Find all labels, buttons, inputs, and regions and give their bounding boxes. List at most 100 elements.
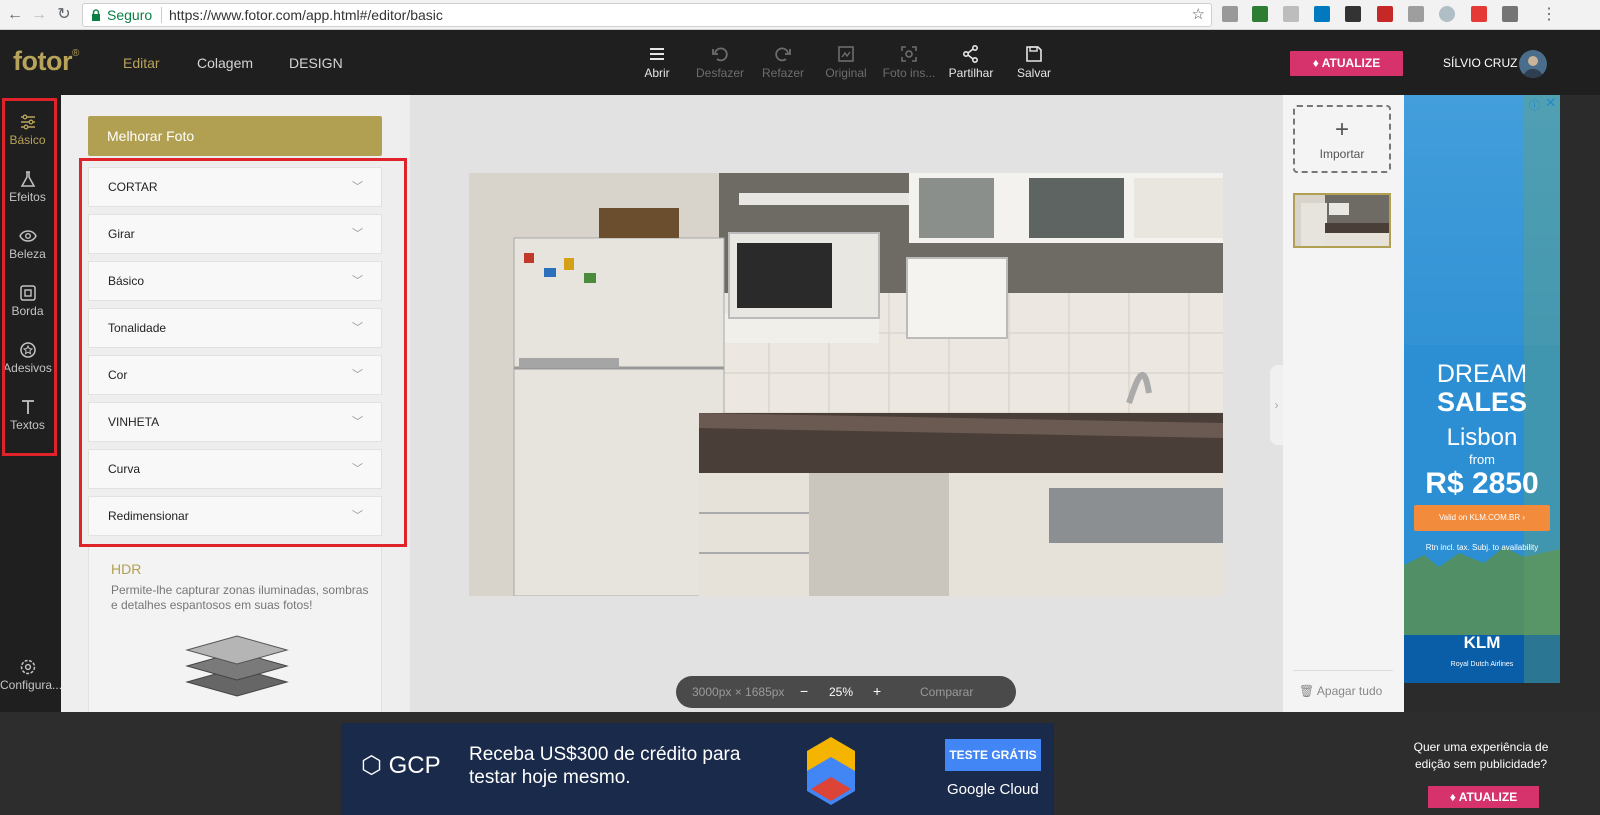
eye-icon (18, 230, 37, 242)
chevron-down-icon: ﹀ (352, 181, 363, 193)
save-button[interactable]: Salvar (1004, 44, 1064, 80)
diamond-icon: ♦ (1312, 56, 1322, 70)
menu-icon (650, 48, 664, 60)
accordion-cor[interactable]: Cor ﹀ (88, 355, 382, 395)
ad-price: R$ 2850 (1425, 467, 1539, 500)
address-separator (161, 7, 162, 23)
sidebar-item-settings[interactable]: Configura... (0, 658, 62, 692)
photo-thumbnail[interactable] (1293, 193, 1391, 248)
sliders-icon (20, 114, 35, 130)
nav-colagem[interactable]: Colagem (197, 55, 253, 71)
sidebar-item-borda[interactable]: Borda (0, 284, 55, 318)
klm-logo: KLM (1463, 633, 1501, 652)
undo-button[interactable]: Desfazer (690, 44, 750, 80)
reload-icon[interactable]: ↻ (55, 6, 73, 24)
clear-all-button[interactable]: 🗑 Apagar tudo (1299, 684, 1382, 698)
gcp-cube-illustration (807, 737, 855, 805)
google-cloud-logo: Google Cloud (947, 781, 1039, 798)
original-button[interactable]: Original (816, 44, 876, 80)
bottom-ad-bar: ⬡ GCP Receba US$300 de crédito para test… (0, 712, 1600, 815)
secure-label: Seguro (107, 7, 153, 23)
chevron-down-icon: ﹀ (352, 322, 363, 334)
ad-info-icon[interactable]: ⓘ (1529, 97, 1540, 113)
nav-design[interactable]: DESIGN (289, 55, 343, 71)
extension-icon[interactable] (1283, 6, 1299, 22)
zoom-in-button[interactable]: + (873, 683, 881, 699)
zoom-out-button[interactable]: − (800, 683, 808, 699)
sidebar-item-efeitos[interactable]: Efeitos (0, 170, 55, 204)
extension-icon[interactable] (1345, 6, 1361, 22)
sticker-icon (19, 342, 36, 358)
image-dimensions: 3000px × 1685px (692, 685, 785, 699)
ad-fine-print: Rtn incl. tax. Subj. to availability (1425, 543, 1539, 552)
gear-icon (20, 659, 35, 675)
adjust-panel: Melhorar Foto CORTAR ﹀ Girar ﹀ Básico ﹀ Ton… (61, 95, 410, 712)
youtube-icon[interactable] (1471, 6, 1487, 22)
flask-icon (20, 171, 35, 187)
lock-icon (92, 9, 100, 21)
redo-button[interactable]: Refazer (753, 44, 813, 80)
trello-icon[interactable] (1314, 6, 1330, 22)
app-header: fotor® Editar Colagem DESIGN Abrir Desfa… (0, 30, 1600, 95)
accordion-basico[interactable]: Básico ﹀ (88, 261, 382, 301)
ad-cta-button[interactable]: Valid on KLM.COM.BR › (1414, 505, 1550, 531)
extension-icon[interactable] (1222, 6, 1238, 22)
enhance-photo-button[interactable]: Melhorar Foto (88, 116, 382, 156)
chevron-down-icon: ﹀ (352, 510, 363, 522)
pdf-icon[interactable] (1377, 6, 1393, 22)
layers-icon (185, 635, 289, 697)
ad-city: Lisbon (1446, 424, 1518, 451)
hdr-card[interactable]: HDR Permite-lhe capturar zonas iluminada… (88, 545, 382, 712)
sidebar-item-basico[interactable]: Básico (0, 113, 55, 147)
extension-icon[interactable] (1502, 6, 1518, 22)
url-text[interactable]: https://www.fotor.com/app.html#/editor/b… (169, 4, 443, 26)
skype-icon[interactable] (1439, 6, 1455, 22)
share-button[interactable]: Partilhar (941, 44, 1001, 80)
nav-editar[interactable]: Editar (123, 55, 160, 71)
upgrade-button[interactable]: ♦ ATUALIZE (1290, 51, 1403, 76)
sidebar-item-textos[interactable]: Textos (0, 398, 55, 432)
username[interactable]: SÍLVIO CRUZ (1443, 56, 1517, 70)
accordion-tonalidade[interactable]: Tonalidade ﹀ (88, 308, 382, 348)
gcp-trial-button[interactable]: TESTE GRÁTIS (945, 739, 1041, 771)
diamond-icon: ♦ (1449, 790, 1459, 804)
gcp-logo: ⬡ GCP (361, 752, 441, 779)
ad-close-icon[interactable]: ✕ (1545, 95, 1556, 111)
ad-from: from (1469, 452, 1495, 467)
collapse-panel-tab[interactable]: › (1270, 365, 1283, 445)
accordion-girar[interactable]: Girar ﹀ (88, 214, 382, 254)
menu-dots-icon[interactable]: ⋮ (1540, 6, 1558, 24)
side-ad-banner[interactable]: ⓘ ✕ DREAM SALES Lisbon from R$ 2850 Vali… (1404, 95, 1560, 683)
ad-tagline: Royal Dutch Airlines (1450, 661, 1514, 668)
avatar[interactable] (1519, 50, 1547, 78)
accordion-vinheta[interactable]: VINHETA ﹀ (88, 402, 382, 442)
bookmark-star-icon[interactable]: ☆ (1192, 4, 1205, 26)
gcp-hexagon-icon: ⬡ (361, 752, 389, 779)
import-button[interactable]: + Importar (1293, 105, 1391, 173)
share-icon (962, 44, 979, 64)
upgrade-bottom-button[interactable]: ♦ ATUALIZE (1428, 786, 1539, 808)
fotor-logo[interactable]: fotor® (13, 46, 79, 77)
chevron-down-icon: ﹀ (352, 416, 363, 428)
frame-icon (19, 285, 36, 301)
open-button[interactable]: Abrir (627, 44, 687, 80)
kitchen-photo[interactable] (469, 173, 1223, 596)
accordion-redimensionar[interactable]: Redimensionar ﹀ (88, 496, 382, 536)
accordion-cortar[interactable]: CORTAR ﹀ (88, 167, 382, 207)
left-sidebar: Básico Efeitos Beleza Borda Adesivos Tex… (0, 95, 62, 712)
ad-headline-sales: SALES (1436, 387, 1528, 417)
gcp-ad-banner[interactable]: ⬡ GCP Receba US$300 de crédito para test… (341, 723, 1054, 815)
extension-icon[interactable] (1252, 6, 1268, 22)
forward-icon[interactable]: → (30, 6, 48, 24)
sidebar-item-beleza[interactable]: Beleza (0, 227, 55, 261)
image-icon[interactable] (1408, 6, 1424, 22)
compare-button[interactable]: Comparar (920, 685, 973, 699)
address-bar[interactable]: Seguro https://www.fotor.com/app.html#/e… (82, 3, 1212, 27)
photo-inspect-button[interactable]: Foto ins... (879, 44, 939, 80)
hdr-title: HDR (111, 561, 142, 577)
sidebar-item-adesivos[interactable]: Adesivos (0, 341, 55, 375)
accordion-curva[interactable]: Curva ﹀ (88, 449, 382, 489)
back-icon[interactable]: ← (6, 6, 24, 24)
original-icon (838, 46, 854, 62)
chevron-down-icon: ﹀ (352, 369, 363, 381)
